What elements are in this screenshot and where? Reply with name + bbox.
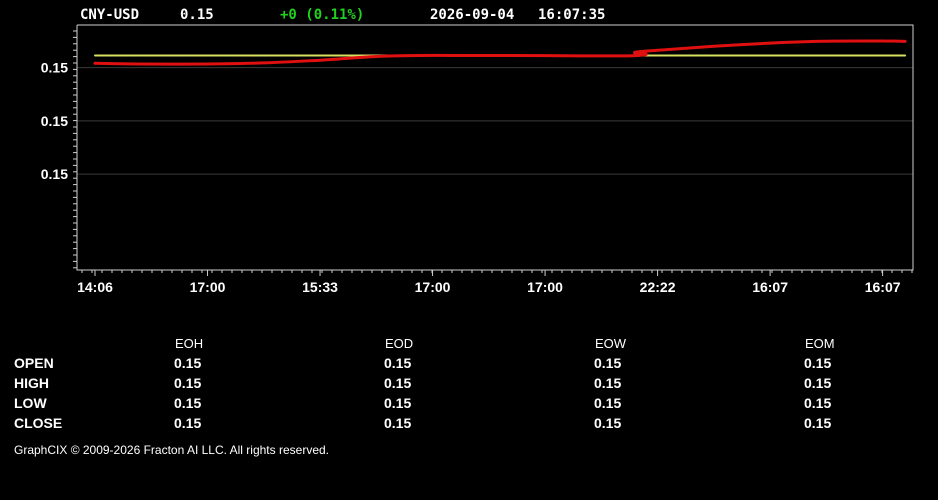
x-tick-label: 17:00 — [415, 279, 451, 295]
low-eow-value: 0.15 — [594, 395, 622, 411]
x-tick-label: 17:00 — [527, 279, 563, 295]
row-label-high: HIGH — [14, 375, 49, 391]
y-tick-label: 0.15 — [41, 60, 68, 76]
x-tick-label: 14:06 — [77, 279, 113, 295]
chart-series — [93, 39, 907, 66]
x-tick-label: 16:07 — [865, 279, 901, 295]
high-eoh-value: 0.15 — [174, 375, 202, 391]
price-line — [93, 39, 907, 66]
x-tick-label: 22:22 — [640, 279, 676, 295]
close-eow-value: 0.15 — [594, 415, 622, 431]
column-header-eoh: EOH — [175, 336, 204, 351]
plot-frame — [76, 24, 914, 271]
x-tick-label: 17:00 — [190, 279, 226, 295]
row-label-close: CLOSE — [14, 415, 63, 431]
y-tick-label: 0.15 — [41, 113, 68, 129]
price-chart: 0.15 0.15 0.15 14:06 17:00 15:33 17:00 17:00 22:… — [41, 24, 914, 295]
row-label-open: OPEN — [14, 355, 54, 371]
open-eoh-value: 0.15 — [174, 355, 202, 371]
high-eow-value: 0.15 — [594, 375, 622, 391]
open-eom-value: 0.15 — [804, 355, 832, 371]
close-eom-value: 0.15 — [804, 415, 832, 431]
row-label-low: LOW — [14, 395, 47, 411]
low-eod-value: 0.15 — [384, 395, 412, 411]
chart-grid — [77, 67, 913, 175]
close-eoh-value: 0.15 — [174, 415, 202, 431]
column-header-eod: EOD — [385, 336, 414, 351]
open-eow-value: 0.15 — [594, 355, 622, 371]
x-tick-label: 16:07 — [752, 279, 788, 295]
high-eom-value: 0.15 — [804, 375, 832, 391]
column-header-eow: EOW — [595, 336, 627, 351]
y-tick-label: 0.15 — [41, 166, 68, 182]
high-eod-value: 0.15 — [384, 375, 412, 391]
open-eod-value: 0.15 — [384, 355, 412, 371]
x-tick-label: 15:33 — [302, 279, 338, 295]
close-eod-value: 0.15 — [384, 415, 412, 431]
low-eom-value: 0.15 — [804, 395, 832, 411]
chart-labels: 0.15 0.15 0.15 14:06 17:00 15:33 17:00 17:00 22:… — [41, 60, 901, 295]
column-header-eom: EOM — [805, 336, 835, 351]
copyright-footer: GraphCIX © 2009-2026 Fracton AI LLC. All… — [14, 443, 329, 457]
low-eoh-value: 0.15 — [174, 395, 202, 411]
